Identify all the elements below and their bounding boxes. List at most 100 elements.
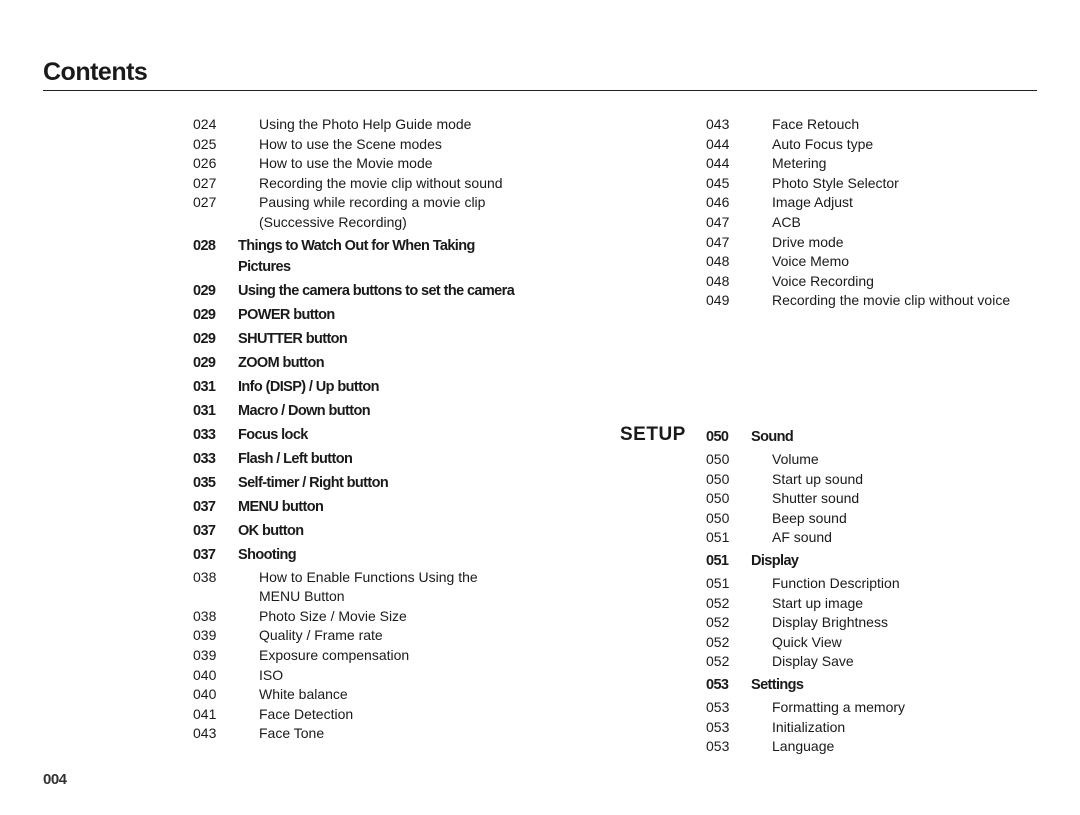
toc-entry[interactable]: 049 Recording the movie clip without voic… [706,291,1046,311]
toc-entry[interactable]: 041 Face Detection [193,705,553,725]
toc-entry[interactable]: 053 Initialization [706,718,1046,738]
toc-entry[interactable]: 052 Display Brightness [706,613,1046,633]
toc-entry[interactable]: (Successive Recording) [193,213,553,233]
toc-entry[interactable]: 027 Recording the movie clip without soun… [193,174,553,194]
toc-page-number: 038 [193,607,217,624]
toc-section-entry[interactable]: 031 Macro / Down button [193,401,553,422]
toc-entry[interactable]: 026 How to use the Movie mode [193,154,553,174]
toc-entry-title: Image Adjust [772,194,853,211]
toc-entry-title: Formatting a memory [772,698,906,715]
toc-entry-title: Face Tone [259,725,325,742]
toc-entry[interactable]: 047 Drive mode [706,233,1046,253]
toc-entry-title: Using the Photo Help Guide mode [259,116,472,132]
toc-entry[interactable]: 050 Start up sound [706,470,1046,490]
toc-section-entry[interactable]: 029 SHUTTER button [193,329,553,350]
toc-page-number: 029 [193,306,216,323]
toc-entry[interactable]: 053 Formatting a memory [706,698,1046,718]
toc-page-number: 045 [706,174,730,191]
toc-page-number: 029 [193,330,216,347]
toc-entry-title: Things to Watch Out for When Taking [238,237,475,254]
toc-entry-title: Voice Recording [772,272,874,289]
toc-section-entry[interactable]: 029 ZOOM button [193,353,553,374]
toc-section-entry[interactable]: 051 Display [706,551,1046,572]
toc-page-number: 050 [706,509,730,526]
toc-section-entry[interactable]: 053 Settings [706,675,1046,696]
toc-entry[interactable]: 040 White balance [193,685,553,705]
toc-page-number: 050 [706,490,730,507]
toc-entry[interactable]: 038 Photo Size / Movie Size [193,607,553,627]
toc-entry[interactable]: MENU Button [193,587,553,607]
toc-page-number: 033 [193,450,216,467]
toc-page-number: 041 [193,705,217,722]
toc-entry[interactable]: 053 Language [706,737,1046,757]
toc-entry[interactable]: 052 Display Save [706,652,1046,672]
toc-section-entry[interactable]: 033 Flash / Left button [193,449,553,470]
toc-entry[interactable]: 027 Pausing while recording a movie clip [193,193,553,213]
toc-page-number: 027 [193,174,217,191]
toc-page-number: 029 [193,282,216,299]
toc-section-entry[interactable]: 035 Self-timer / Right button [193,473,553,494]
toc-entry-title: White balance [259,686,348,703]
toc-section-entry[interactable]: Pictures [193,257,553,278]
toc-entry[interactable]: 038 How to Enable Functions Using the [193,568,553,588]
toc-page-number: 031 [193,378,216,395]
toc-section-entry[interactable]: 031 Info (DISP) / Up button [193,377,553,398]
toc-page-number: 047 [706,213,730,230]
toc-entry-title: Start up image [772,594,864,611]
toc-section-entry[interactable]: 037 Shooting [193,545,553,566]
toc-section-entry[interactable]: 050 Sound [706,427,1046,448]
toc-entry[interactable]: 046 Image Adjust [706,193,1046,213]
toc-page-number: 048 [706,253,730,270]
toc-entry-title: Info (DISP) / Up button [238,378,379,395]
toc-section-entry[interactable]: 033 Focus lock [193,425,553,446]
toc-entry[interactable]: 050 Beep sound [706,509,1046,529]
toc-page-number: 025 [193,135,217,152]
toc-entry-title: Quick View [772,633,842,650]
toc-entry[interactable]: 045 Photo Style Selector [706,174,1046,194]
toc-page-number: 026 [193,155,217,172]
toc-section-entry[interactable]: 028 Things to Watch Out for When Taking [193,236,553,257]
toc-page-number: 049 [706,292,730,309]
toc-entry-title: Recording the movie clip without sound [259,174,503,191]
toc-entry[interactable]: 039 Quality / Frame rate [193,626,553,646]
toc-entry[interactable]: 025 How to use the Scene modes [193,135,553,155]
toc-entry[interactable]: 043 Face Tone [193,724,553,744]
toc-entry[interactable]: 048 Voice Recording [706,272,1046,292]
toc-entry[interactable]: 048 Voice Memo [706,252,1046,272]
toc-entry[interactable]: 047 ACB [706,213,1046,233]
toc-entry[interactable]: 052 Start up image [706,594,1046,614]
toc-entry[interactable]: 043 Face Retouch [706,115,1046,135]
toc-entry-title: POWER button [238,306,335,323]
toc-entry[interactable]: 052 Quick View [706,633,1046,653]
toc-left-column: 024 Using the Photo Help Guide mode 025 How… [193,115,553,744]
toc-entry[interactable]: 044 Auto Focus type [706,135,1046,155]
toc-entry-title: How to use the Scene modes [259,135,442,152]
toc-entry[interactable]: 050 Shutter sound [706,489,1046,509]
toc-page-number: 053 [706,718,730,735]
toc-entry-title: Display Save [772,653,854,670]
toc-entry[interactable]: 044 Metering [706,154,1046,174]
toc-page-number: 043 [193,725,217,742]
toc-page-number: 053 [706,738,730,755]
toc-page-number: 039 [193,627,217,644]
toc-section-entry[interactable]: 029 POWER button [193,305,553,326]
page-title: Contents [43,58,148,86]
toc-section-entry[interactable]: 037 MENU button [193,497,553,518]
toc-entry-title: Pictures [238,258,291,275]
toc-entry[interactable]: 040 ISO [193,666,553,686]
toc-section-entry[interactable]: 029 Using the camera buttons to set the c… [193,281,553,302]
toc-page-number: 028 [193,237,216,254]
toc-entry[interactable]: 051 Function Description [706,574,1046,594]
toc-entry[interactable]: 024 Using the Photo Help Guide mode [193,115,553,135]
toc-entry[interactable]: 050 Volume [706,450,1046,470]
toc-entry-title: Face Detection [259,705,354,722]
toc-page-number: 044 [706,135,730,152]
toc-entry-title: Settings [751,676,804,693]
toc-section-entry[interactable]: 037 OK button [193,521,553,542]
toc-entry[interactable]: 051 AF sound [706,528,1046,548]
toc-entry[interactable]: 039 Exposure compensation [193,646,553,666]
toc-page-number: 024 [193,116,217,132]
toc-setup-column: 050 Sound 050 Volume 050 Start up sound 050 Shu… [706,424,1046,757]
toc-entry-title: ACB [772,213,801,230]
toc-entry-title: Macro / Down button [238,402,371,419]
